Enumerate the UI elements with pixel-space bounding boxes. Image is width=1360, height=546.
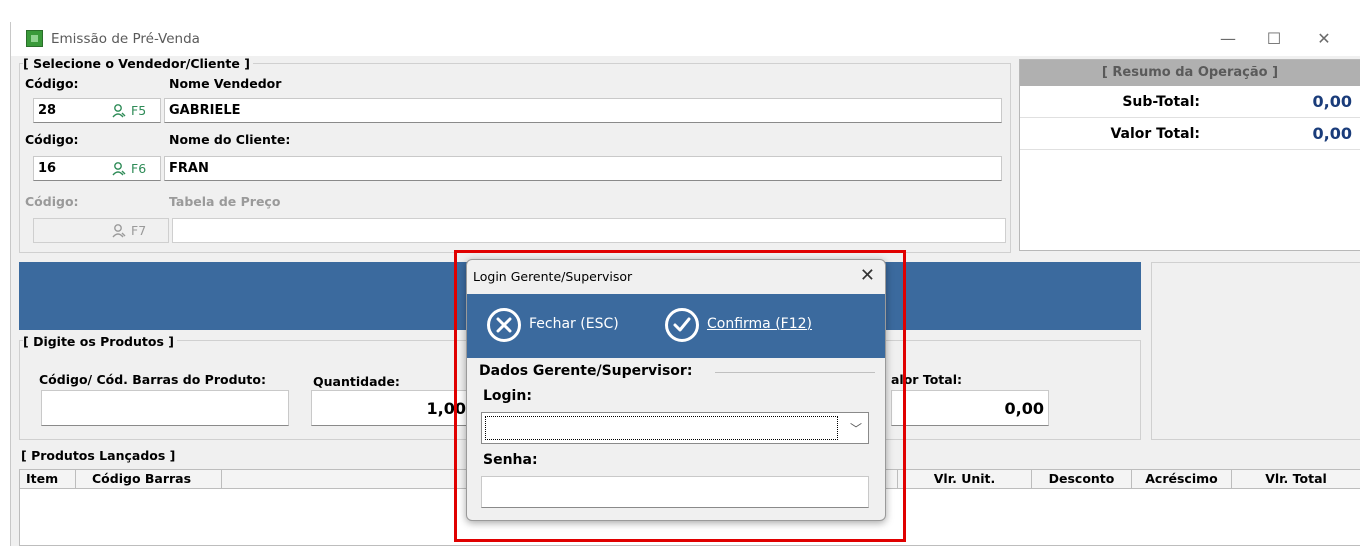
highlight-frame [454,250,906,542]
products-entry-title: [ Digite os Produtos ] [23,334,177,349]
product-code-input[interactable] [41,390,289,426]
product-code-label: Código/ Cód. Barras do Produto: [39,372,266,387]
col-unit-price[interactable]: Vlr. Unit. [898,470,1032,488]
products-grid-title: [ Produtos Lançados ] [21,448,179,463]
search-price-table-icon [112,224,126,238]
seller-client-group-title: [ Selecione o Vendedor/Cliente ] [23,56,253,71]
col-discount[interactable]: Desconto [1032,470,1132,488]
close-window-button[interactable]: ✕ [1301,22,1347,56]
col-item[interactable]: Item [20,470,76,488]
subtotal-value: 0,00 [1312,92,1352,111]
app-icon [26,30,43,47]
product-image-panel [1151,262,1360,440]
price-table-name-input [172,218,1006,243]
price-table-code-input [33,218,169,243]
col-surcharge[interactable]: Acréscimo [1132,470,1232,488]
seller-fkey-label: F5 [131,103,147,118]
total-row: Valor Total: 0,00 [1020,120,1360,150]
quantity-label: Quantidade: [313,374,400,389]
window-title: Emissão de Pré-Venda [51,31,200,47]
client-name-input[interactable]: FRAN [164,156,1002,181]
quantity-input[interactable]: 1,00 [311,390,471,426]
client-code-label: Código: [25,132,79,147]
seller-code-label: Código: [25,76,79,91]
summary-title: [ Resumo da Operação ] [1020,60,1360,86]
operation-summary: [ Resumo da Operação ] Sub-Total: 0,00 V… [1019,59,1360,251]
maximize-button[interactable]: ☐ [1251,22,1297,56]
total-value: 0,00 [1312,124,1352,143]
client-fkey-label: F6 [131,161,147,176]
total-label: Valor Total: [1110,126,1200,142]
minimize-button[interactable]: — [1205,22,1251,56]
search-seller-icon[interactable] [111,103,127,119]
item-total-input: 0,00 [891,390,1049,426]
col-barcode[interactable]: Código Barras [76,470,222,488]
price-table-code-label: Código: [25,194,79,209]
subtotal-row: Sub-Total: 0,00 [1020,88,1360,118]
search-client-icon[interactable] [111,161,127,177]
subtotal-label: Sub-Total: [1122,94,1200,110]
client-name-label: Nome do Cliente: [169,132,291,147]
col-total[interactable]: Vlr. Total [1232,470,1360,488]
seller-name-label: Nome Vendedor [169,76,282,91]
seller-name-input[interactable]: GABRIELE [164,98,1002,123]
price-table-fkey-label: F7 [131,223,147,238]
price-table-name-label: Tabela de Preço [169,194,281,209]
title-bar: Emissão de Pré-Venda — ☐ ✕ [11,22,1360,56]
